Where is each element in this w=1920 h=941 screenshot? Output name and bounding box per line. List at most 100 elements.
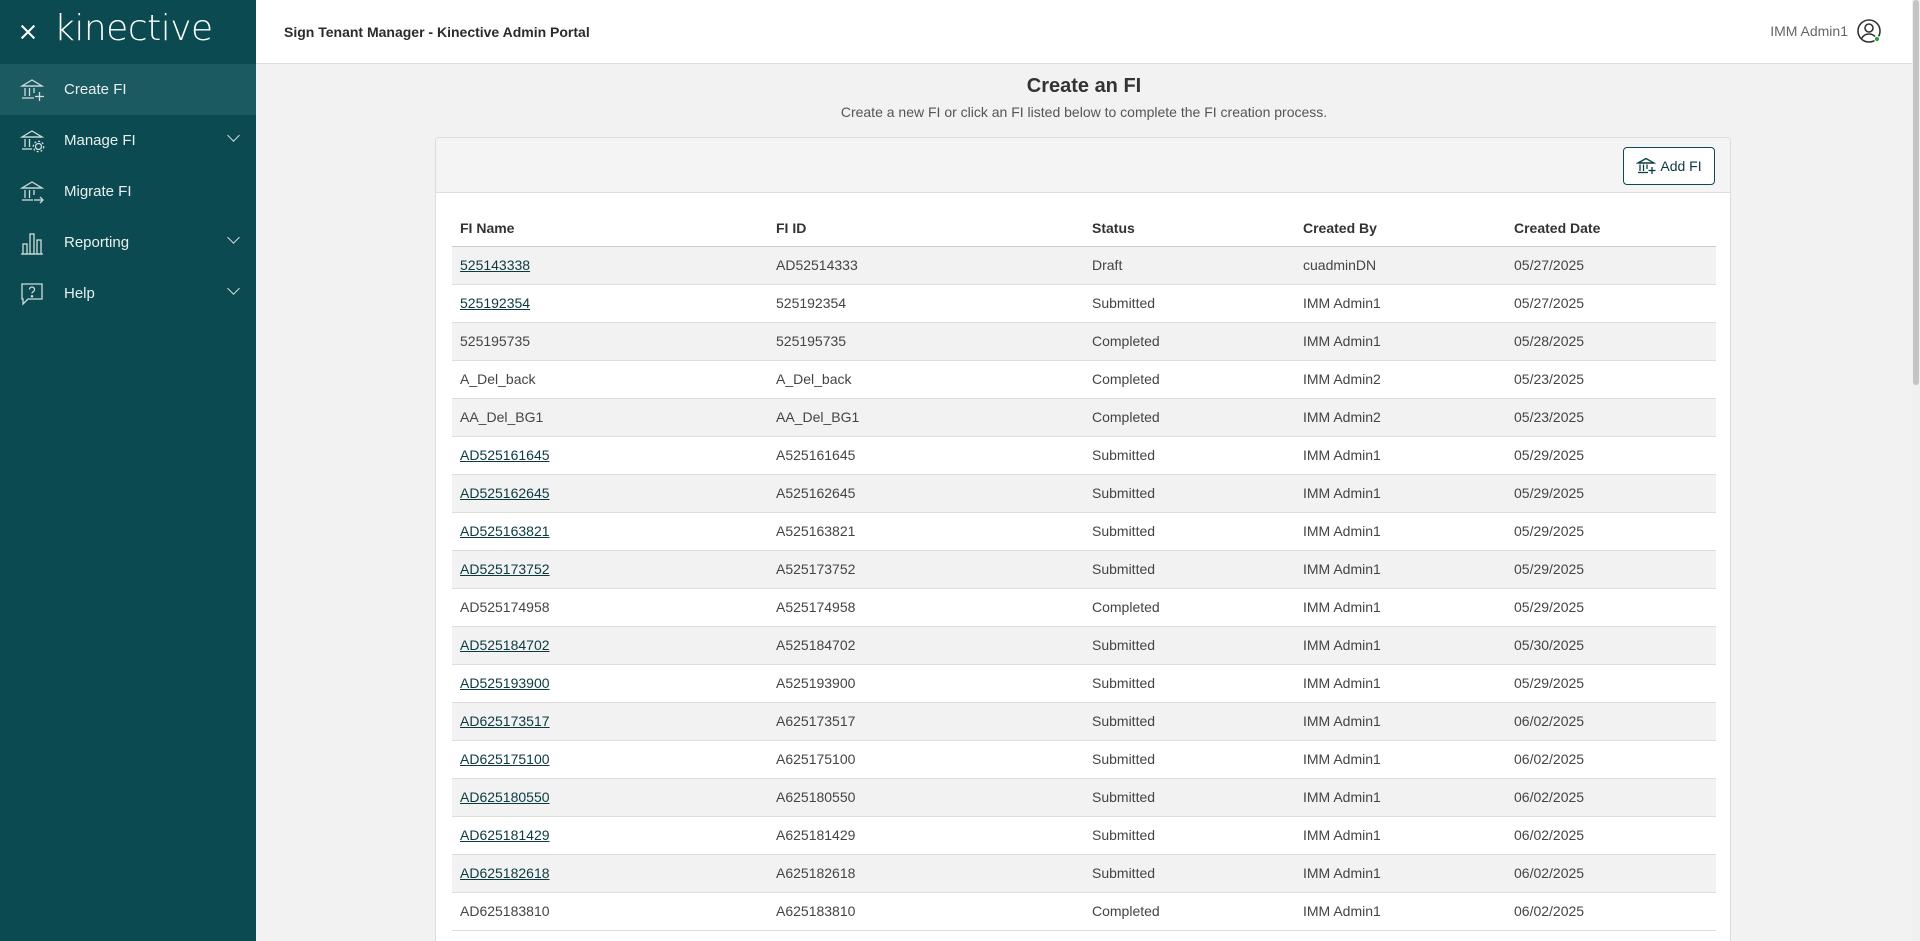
user-name: IMM Admin1 [1770, 23, 1848, 39]
close-icon[interactable] [20, 24, 36, 40]
column-header-fi-id[interactable]: FI ID [768, 210, 1084, 247]
fi-name-link[interactable]: AD525163821 [460, 523, 550, 539]
scrollbar-thumb[interactable] [1913, 0, 1919, 385]
cell-fi-id: 525195735 [768, 322, 1084, 361]
sidebar-item-manage-fi[interactable]: Manage FI [0, 115, 256, 166]
user-avatar-icon[interactable] [1856, 18, 1882, 44]
cell-status: Submitted [1084, 512, 1295, 551]
bank-arrow-icon [18, 178, 46, 206]
user-menu[interactable]: IMM Admin1 [1770, 18, 1882, 44]
cell-created-by: IMM Admin1 [1295, 512, 1506, 551]
column-header-created-date[interactable]: Created Date [1506, 210, 1716, 247]
fi-name-link[interactable]: 525192354 [460, 295, 530, 311]
sidebar-header: kinective [0, 0, 256, 64]
cell-fi-id: A525184702 [768, 626, 1084, 665]
table-row: AD525184702 A525184702 Submitted IMM Admin1… [452, 626, 1716, 665]
fi-name-link[interactable]: AD625175100 [460, 751, 550, 767]
sidebar-item-label: Manage FI [64, 132, 136, 149]
sidebar-item-create-fi[interactable]: Create FI [0, 64, 256, 115]
cell-created-date: 05/29/2025 [1506, 664, 1716, 703]
cell-created-by: IMM Admin1 [1295, 778, 1506, 817]
fi-name-link[interactable]: AD625181429 [460, 827, 550, 843]
table-row: AD625182618 A625182618 Submitted IMM Admin1… [452, 854, 1716, 893]
sidebar-item-label: Help [64, 285, 95, 302]
table-row: AD525173752 A525173752 Submitted IMM Admin1… [452, 550, 1716, 589]
table-row: AD625175100 A625175100 Submitted IMM Admin1… [452, 740, 1716, 779]
fi-name-link[interactable]: AD625173517 [460, 713, 550, 729]
fi-name-link[interactable]: AD625180550 [460, 789, 550, 805]
cell-created-by: IMM Admin1 [1295, 550, 1506, 589]
chevron-down-icon[interactable] [227, 231, 240, 244]
table-row: AD525161645 A525161645 Submitted IMM Admin1… [452, 436, 1716, 475]
cell-fi-name: AD525163821 [452, 512, 768, 551]
cell-fi-name: A_Del_back [452, 360, 768, 399]
cell-created-by: IMM Admin1 [1295, 436, 1506, 475]
cell-created-date: 06/02/2025 [1506, 702, 1716, 741]
chevron-down-icon[interactable] [227, 129, 240, 142]
cell-fi-name: AD525184702 [452, 626, 768, 665]
table-row: AA_Del_BG1 AA_Del_BG1 Completed IMM Admin2 0… [452, 398, 1716, 437]
cell-fi-name: AD525161645 [452, 436, 768, 475]
cell-status: Submitted [1084, 284, 1295, 323]
table-body: 525143338 AD52514333 Draft cuadminDN 05/27/2… [452, 246, 1716, 931]
cell-fi-id: A_Del_back [768, 360, 1084, 399]
fi-list-card: Add FI FI Name FI ID Status Created By C… [435, 137, 1731, 941]
main-content: Create an FI Create a new FI or click an… [256, 64, 1912, 941]
table-row: AD525163821 A525163821 Submitted IMM Admin1… [452, 512, 1716, 551]
cell-fi-id: A625183810 [768, 892, 1084, 931]
cell-fi-name: AD625181429 [452, 816, 768, 855]
sidebar-item-reporting[interactable]: Reporting [0, 217, 256, 268]
cell-created-date: 05/28/2025 [1506, 322, 1716, 361]
fi-name-link[interactable]: AD625182618 [460, 865, 550, 881]
cell-created-date: 05/29/2025 [1506, 436, 1716, 475]
bar-chart-icon [18, 229, 46, 257]
cell-created-by: IMM Admin1 [1295, 854, 1506, 893]
cell-fi-id: A525162645 [768, 474, 1084, 513]
cell-status: Submitted [1084, 854, 1295, 893]
cell-fi-name: 525195735 [452, 322, 768, 361]
column-header-status[interactable]: Status [1084, 210, 1295, 247]
fi-name-link[interactable]: AD525193900 [460, 675, 550, 691]
column-header-created-by[interactable]: Created By [1295, 210, 1506, 247]
cell-created-by: cuadminDN [1295, 246, 1506, 285]
sidebar-item-migrate-fi[interactable]: Migrate FI [0, 166, 256, 217]
cell-status: Submitted [1084, 816, 1295, 855]
chevron-down-icon[interactable] [227, 282, 240, 295]
fi-name-link[interactable]: AD525161645 [460, 447, 550, 463]
table-row: 525195735 525195735 Completed IMM Admin1 05/… [452, 322, 1716, 361]
sidebar-item-label: Create FI [64, 81, 127, 98]
cell-fi-name: AD525173752 [452, 550, 768, 589]
fi-name-link[interactable]: 525143338 [460, 257, 530, 273]
table-row: 525143338 AD52514333 Draft cuadminDN 05/27/2… [452, 246, 1716, 285]
cell-status: Completed [1084, 360, 1295, 399]
top-bar: Sign Tenant Manager - Kinective Admin Po… [256, 0, 1920, 64]
cell-status: Submitted [1084, 664, 1295, 703]
fi-name-link[interactable]: AD525173752 [460, 561, 550, 577]
cell-status: Submitted [1084, 436, 1295, 475]
page-title: Create an FI [1026, 75, 1142, 97]
app-title: Sign Tenant Manager - Kinective Admin Po… [284, 23, 590, 40]
fi-name-link[interactable]: AD525184702 [460, 637, 550, 653]
table-row: AD625180550 A625180550 Submitted IMM Admin1… [452, 778, 1716, 817]
cell-created-by: IMM Admin1 [1295, 474, 1506, 513]
cell-fi-name: 525192354 [452, 284, 768, 323]
cell-status: Draft [1084, 246, 1295, 285]
column-header-fi-name[interactable]: FI Name [452, 210, 768, 247]
cell-created-date: 05/29/2025 [1506, 550, 1716, 589]
fi-table: FI Name FI ID Status Created By Created … [452, 210, 1716, 931]
cell-created-date: 05/29/2025 [1506, 512, 1716, 551]
add-fi-button[interactable]: Add FI [1623, 147, 1715, 185]
cell-created-by: IMM Admin1 [1295, 702, 1506, 741]
table-row: A_Del_back A_Del_back Completed IMM Admin2 0… [452, 360, 1716, 399]
cell-status: Completed [1084, 398, 1295, 437]
sidebar-item-help[interactable]: Help [0, 268, 256, 319]
fi-name-link[interactable]: AD525162645 [460, 485, 550, 501]
bank-plus-icon [18, 76, 46, 104]
cell-fi-id: AD52514333 [768, 246, 1084, 285]
bank-plus-icon [1636, 157, 1657, 174]
table-row: AD625181429 A625181429 Submitted IMM Admin1… [452, 816, 1716, 855]
cell-fi-name: AD625183810 [452, 892, 768, 931]
page-scrollbar[interactable] [1912, 0, 1920, 941]
cell-created-date: 06/02/2025 [1506, 740, 1716, 779]
cell-fi-id: A525174958 [768, 588, 1084, 627]
